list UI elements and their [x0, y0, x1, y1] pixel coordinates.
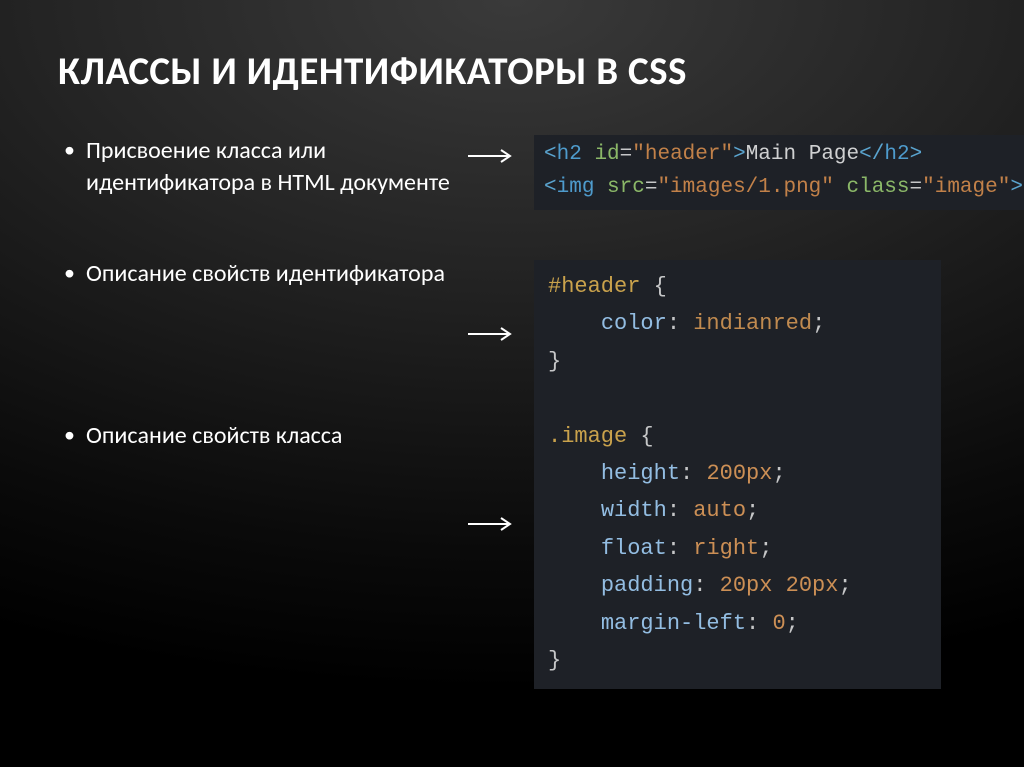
- code-column: <h2 id="header">Main Page</h2> <img src=…: [528, 135, 1024, 739]
- code-token: :: [693, 573, 706, 598]
- code-indent: [548, 611, 601, 636]
- code-token: ;: [759, 536, 772, 561]
- bullet-item-1: Присвоение класса или идентификатора в H…: [58, 135, 458, 200]
- slide-title: КЛАССЫ И ИДЕНТИФИКАТОРЫ В CSS: [58, 48, 966, 95]
- code-token: h2: [884, 143, 909, 166]
- code-token: indianred: [693, 311, 812, 336]
- code-token: </: [859, 143, 884, 166]
- code-token: float: [601, 536, 667, 561]
- css-code-block: #header { color: indianred; } .image { h…: [534, 260, 941, 689]
- code-token: #header: [548, 274, 640, 299]
- bullet-item-2: Описание свойств идентификатора: [58, 258, 458, 290]
- code-token: :: [680, 461, 693, 486]
- code-token: h2: [557, 143, 582, 166]
- code-token: <: [544, 176, 557, 199]
- arrow-icon: [468, 325, 518, 343]
- arrow-icon: [468, 147, 518, 165]
- html-code-block: <h2 id="header">Main Page</h2> <img src=…: [534, 135, 1024, 210]
- code-token: 20px 20px: [720, 573, 839, 598]
- code-token: margin-left: [601, 611, 746, 636]
- code-token: ;: [838, 573, 851, 598]
- slide: КЛАССЫ И ИДЕНТИФИКАТОРЫ В CSS Присвоение…: [0, 0, 1024, 767]
- code-token: src: [607, 176, 645, 199]
- code-token: ;: [812, 311, 825, 336]
- bullets-column: Присвоение класса или идентификатора в H…: [58, 135, 468, 481]
- code-token: class: [847, 176, 910, 199]
- code-token: right: [693, 536, 759, 561]
- code-token: 0: [772, 611, 785, 636]
- code-token: ;: [772, 461, 785, 486]
- code-token: id: [594, 143, 619, 166]
- code-token: Main Page: [746, 143, 859, 166]
- code-token: ;: [746, 498, 759, 523]
- code-token: height: [601, 461, 680, 486]
- code-token: =: [620, 143, 633, 166]
- code-token: "image": [922, 176, 1010, 199]
- content-row: Присвоение класса или идентификатора в H…: [58, 135, 966, 739]
- code-token: >: [910, 143, 923, 166]
- code-token: =: [910, 176, 923, 199]
- code-token: img: [557, 176, 595, 199]
- code-token: }: [548, 349, 561, 374]
- code-indent: [548, 573, 601, 598]
- code-indent: [548, 536, 601, 561]
- code-token: >: [1010, 176, 1023, 199]
- code-token: :: [667, 311, 680, 336]
- code-token: :: [667, 498, 680, 523]
- code-token: padding: [601, 573, 693, 598]
- code-token: .image: [548, 424, 627, 449]
- code-token: <: [544, 143, 557, 166]
- code-token: "header": [632, 143, 733, 166]
- code-indent: [548, 311, 601, 336]
- code-token: >: [733, 143, 746, 166]
- code-token: {: [640, 274, 666, 299]
- code-token: ;: [786, 611, 799, 636]
- code-token: 200px: [706, 461, 772, 486]
- code-token: color: [601, 311, 667, 336]
- code-token: {: [627, 424, 653, 449]
- code-token: "images/1.png": [657, 176, 833, 199]
- code-token: }: [548, 648, 561, 673]
- code-indent: [548, 498, 601, 523]
- code-token: =: [645, 176, 658, 199]
- code-token: :: [746, 611, 759, 636]
- bullet-item-3: Описание свойств класса: [58, 420, 458, 452]
- code-token: auto: [693, 498, 746, 523]
- arrow-icon: [468, 515, 518, 533]
- bullet-list: Присвоение класса или идентификатора в H…: [58, 135, 458, 453]
- code-token: :: [667, 536, 680, 561]
- code-token: width: [601, 498, 667, 523]
- code-indent: [548, 461, 601, 486]
